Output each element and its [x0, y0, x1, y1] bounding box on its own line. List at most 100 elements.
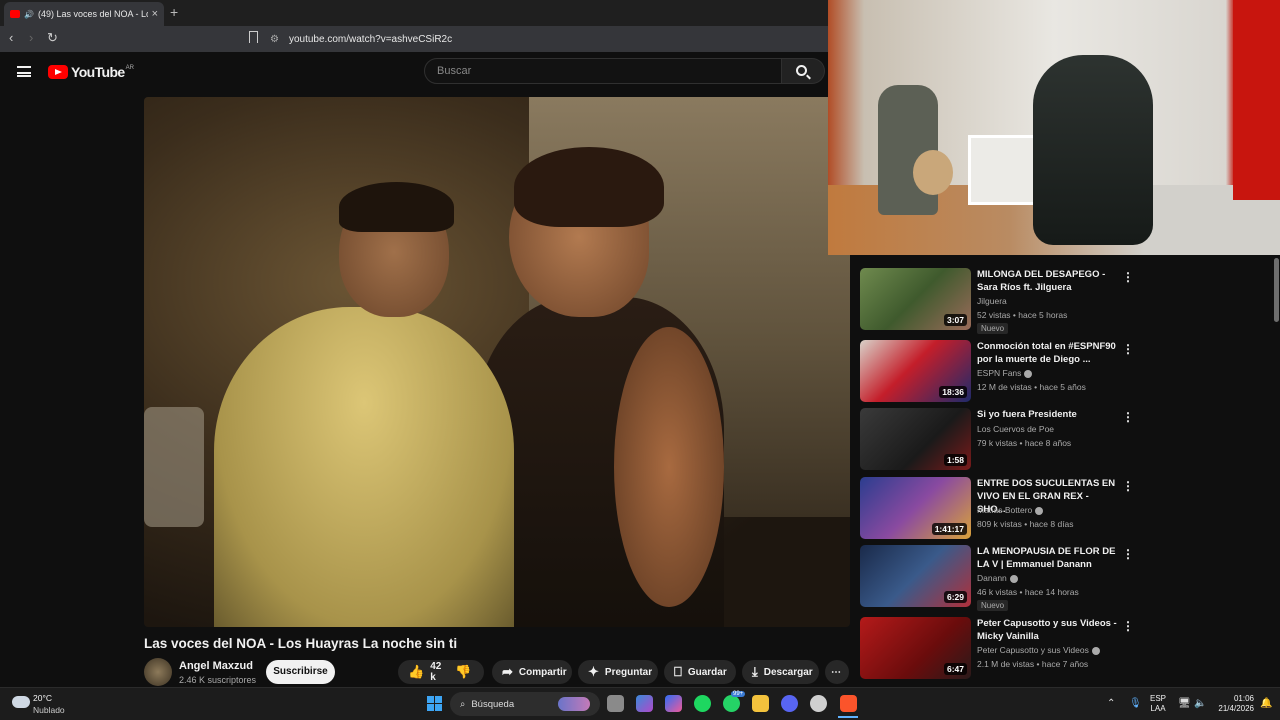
- recommendation-meta: 52 vistas • hace 5 horas: [977, 310, 1068, 320]
- more-vert-icon[interactable]: ⋮: [1122, 547, 1134, 561]
- sidebar-scrollbar[interactable]: [1274, 258, 1279, 322]
- share-button[interactable]: ➦ Compartir: [492, 660, 572, 684]
- save-button[interactable]: ⎕ Guardar: [664, 660, 736, 684]
- video-thumbnail[interactable]: 6:47: [860, 617, 971, 679]
- brave-icon[interactable]: [840, 695, 857, 712]
- bookmark-icon[interactable]: [249, 31, 258, 43]
- recommendation-title[interactable]: Peter Capusotto y sus Videos - Micky Vai…: [977, 617, 1117, 643]
- recommendation-meta: 46 k vistas • hace 14 horas: [977, 587, 1079, 597]
- taskbar-search[interactable]: ⌕ Búsqueda: [450, 692, 600, 716]
- app2-icon[interactable]: [810, 695, 827, 712]
- recommendation-channel[interactable]: Matías Bottero: [977, 505, 1044, 515]
- more-actions-button[interactable]: ⋯: [825, 660, 849, 684]
- download-button[interactable]: ⤓ Descargar: [742, 660, 819, 684]
- recommendation-title[interactable]: MILONGA DEL DESAPEGO - Sara Ríos ft. Jil…: [977, 268, 1117, 294]
- recommendation-item[interactable]: 6:47 Peter Capusotto y sus Videos - Mick…: [860, 617, 1260, 683]
- recommendation-channel[interactable]: Peter Capusotto y sus Videos: [977, 645, 1100, 655]
- subscribe-button[interactable]: Suscribirse: [266, 660, 335, 684]
- recommendation-channel[interactable]: Danann: [977, 573, 1018, 583]
- speaker-icon[interactable]: 🔊: [24, 10, 34, 19]
- search-highlight-icon: [558, 697, 590, 711]
- menu-icon[interactable]: [17, 66, 31, 77]
- language-indicator[interactable]: ESP LAA: [1150, 694, 1166, 714]
- video-thumbnail[interactable]: 6:29: [860, 545, 971, 607]
- notification-icon[interactable]: 🔔: [1260, 698, 1272, 709]
- ask-button[interactable]: ✦ Preguntar: [578, 660, 658, 684]
- recommendation-item[interactable]: 3:07 MILONGA DEL DESAPEGO - Sara Ríos ft…: [860, 268, 1260, 334]
- mic-icon[interactable]: 🎙: [1129, 698, 1142, 709]
- more-vert-icon[interactable]: ⋮: [1122, 619, 1134, 633]
- like-dislike-group: 👍 42 k 👎: [398, 660, 484, 684]
- more-vert-icon[interactable]: ⋮: [1122, 410, 1134, 424]
- close-tab-icon[interactable]: ×: [152, 8, 158, 20]
- share-label: Compartir: [518, 666, 567, 678]
- dislike-icon[interactable]: 👎: [455, 664, 471, 680]
- channel-avatar[interactable]: [144, 658, 172, 686]
- back-icon[interactable]: ‹: [9, 30, 13, 45]
- video-thumbnail[interactable]: 3:07: [860, 268, 971, 330]
- recommendation-title[interactable]: Conmoción total en #ESPNF90 por la muert…: [977, 340, 1117, 366]
- discord-icon[interactable]: [781, 695, 798, 712]
- video-thumbnail[interactable]: 18:36: [860, 340, 971, 402]
- video-thumbnail[interactable]: 1:41:17: [860, 477, 971, 539]
- duration-badge: 6:29: [943, 591, 967, 603]
- browser-tab[interactable]: 🔊 (49) Las voces del NOA - Los ×: [4, 2, 164, 26]
- reload-icon[interactable]: ↻: [47, 30, 58, 46]
- file-explorer-icon[interactable]: [752, 695, 769, 712]
- subscriber-count: 2.46 K suscriptores: [179, 675, 257, 685]
- site-settings-icon[interactable]: ⚙: [270, 34, 279, 45]
- recommendation-item[interactable]: 18:36 Conmoción total en #ESPNF90 por la…: [860, 340, 1260, 406]
- url-field[interactable]: ⚙ youtube.com/watch?v=ashveCSiR2c: [270, 30, 820, 48]
- recommendation-item[interactable]: 6:29 LA MENOPAUSIA DE FLOR DE LA V | Emm…: [860, 545, 1260, 611]
- webcam-overlay: [828, 0, 1280, 255]
- country-code: AR: [125, 64, 134, 71]
- more-vert-icon[interactable]: ⋮: [1122, 479, 1134, 493]
- tray-chevron-icon[interactable]: ⌃: [1107, 698, 1115, 709]
- clock-date: 21/4/2026: [1218, 704, 1254, 713]
- search-input[interactable]: Buscar: [424, 58, 782, 84]
- system-clock[interactable]: 01:06 21/4/2026: [1214, 694, 1254, 714]
- recommendation-title[interactable]: LA MENOPAUSIA DE FLOR DE LA V | Emmanuel…: [977, 545, 1117, 571]
- recommendation-channel[interactable]: Los Cuervos de Poe: [977, 424, 1054, 434]
- weather-condition[interactable]: Nublado: [33, 705, 65, 715]
- youtube-logo[interactable]: YouTube AR: [48, 64, 134, 80]
- recommendation-item[interactable]: 1:41:17 ENTRE DOS SUCULENTAS EN VIVO EN …: [860, 477, 1260, 543]
- more-vert-icon[interactable]: ⋮: [1122, 270, 1134, 284]
- search-button[interactable]: [782, 58, 825, 84]
- video-frame-person-left-hair: [339, 182, 454, 232]
- network-icon[interactable]: 🖥: [1178, 698, 1191, 709]
- recommendation-title[interactable]: Si yo fuera Presidente: [977, 408, 1117, 421]
- app-icon[interactable]: [636, 695, 653, 712]
- windows-start-icon[interactable]: [427, 696, 442, 711]
- more-vert-icon[interactable]: ⋮: [1122, 342, 1134, 356]
- recommendation-meta: 79 k vistas • hace 8 años: [977, 438, 1072, 448]
- new-tab-button[interactable]: +: [170, 4, 178, 20]
- whatsapp-icon[interactable]: [723, 695, 740, 712]
- verified-icon: [1091, 646, 1100, 655]
- video-player[interactable]: [144, 97, 850, 627]
- new-badge: Nuevo: [977, 323, 1009, 334]
- like-count[interactable]: 42 k: [430, 661, 441, 683]
- weather-temperature[interactable]: 20°C: [33, 693, 52, 703]
- task-view-icon[interactable]: [607, 695, 624, 712]
- recommendation-meta: 12 M de vistas • hace 5 años: [977, 382, 1086, 392]
- forward-icon[interactable]: ›: [29, 30, 33, 45]
- channel-name[interactable]: Angel Maxzud: [179, 660, 253, 672]
- video-thumbnail[interactable]: 1:58: [860, 408, 971, 470]
- recommendation-channel[interactable]: Jilguera: [977, 296, 1007, 306]
- recommendation-meta: 809 k vistas • hace 8 días: [977, 519, 1074, 529]
- recommendation-channel[interactable]: ESPN Fans: [977, 368, 1033, 378]
- lang-bottom: LAA: [1150, 704, 1166, 713]
- duration-badge: 18:36: [939, 386, 967, 398]
- volume-icon[interactable]: 🔈: [1194, 698, 1206, 709]
- cloud-icon[interactable]: [12, 696, 30, 708]
- copilot-icon[interactable]: [665, 695, 682, 712]
- recommendation-meta: 2.1 M de vistas • hace 7 años: [977, 659, 1089, 669]
- webcam-red-door: [1233, 0, 1280, 200]
- video-frame-person-right-arm: [614, 327, 724, 607]
- duration-badge: 1:41:17: [931, 523, 967, 535]
- recommendation-item[interactable]: 1:58 Si yo fuera Presidente Los Cuervos …: [860, 408, 1260, 474]
- like-icon[interactable]: 👍: [408, 664, 424, 680]
- spotify-icon[interactable]: [694, 695, 711, 712]
- download-icon: ⤓: [752, 664, 758, 679]
